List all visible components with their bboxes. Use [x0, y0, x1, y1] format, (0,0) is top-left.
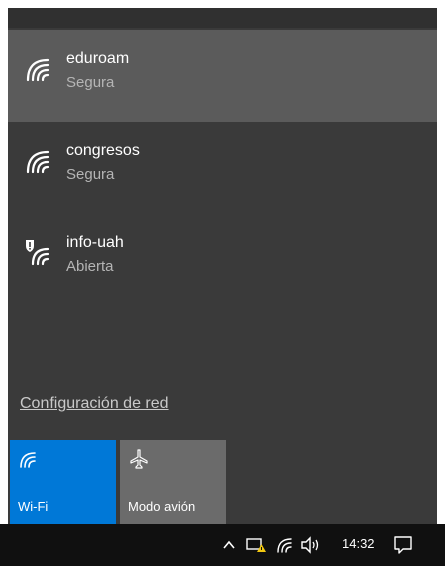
network-status: Abierta [66, 258, 114, 275]
wifi-icon [26, 58, 50, 82]
airplane-icon [130, 449, 148, 469]
network-settings-link[interactable]: Configuración de red [20, 395, 169, 413]
wifi-icon [20, 452, 36, 468]
volume-icon[interactable] [300, 536, 322, 554]
airplane-label: Modo avión [128, 499, 196, 514]
wifi-icon [26, 150, 50, 174]
network-name: info-uah [66, 234, 124, 251]
network-item-eduroam[interactable]: eduroam Segura [8, 30, 437, 122]
network-status: Segura [66, 166, 115, 183]
chevron-up-icon[interactable] [222, 539, 236, 551]
wifi-open-shield-icon [26, 240, 50, 266]
taskbar: 14:32 [0, 524, 445, 566]
action-center-icon[interactable] [393, 535, 413, 555]
network-alert-icon[interactable] [246, 537, 266, 553]
taskbar-clock[interactable]: 14:32 [342, 536, 375, 551]
wifi-toggle-button[interactable]: Wi-Fi [10, 440, 116, 524]
network-status: Segura [66, 74, 115, 91]
wifi-icon[interactable] [276, 536, 294, 554]
network-item-info-uah[interactable]: info-uah Abierta [8, 214, 437, 306]
network-name: eduroam [66, 50, 130, 67]
airplane-mode-button[interactable]: Modo avión [120, 440, 226, 524]
network-name: congresos [66, 142, 140, 159]
network-flyout: eduroam Segura congresos Segura info-uah… [8, 8, 437, 524]
flyout-top-bar [8, 8, 437, 28]
wifi-label: Wi-Fi [18, 499, 49, 514]
network-item-congresos[interactable]: congresos Segura [8, 122, 437, 214]
